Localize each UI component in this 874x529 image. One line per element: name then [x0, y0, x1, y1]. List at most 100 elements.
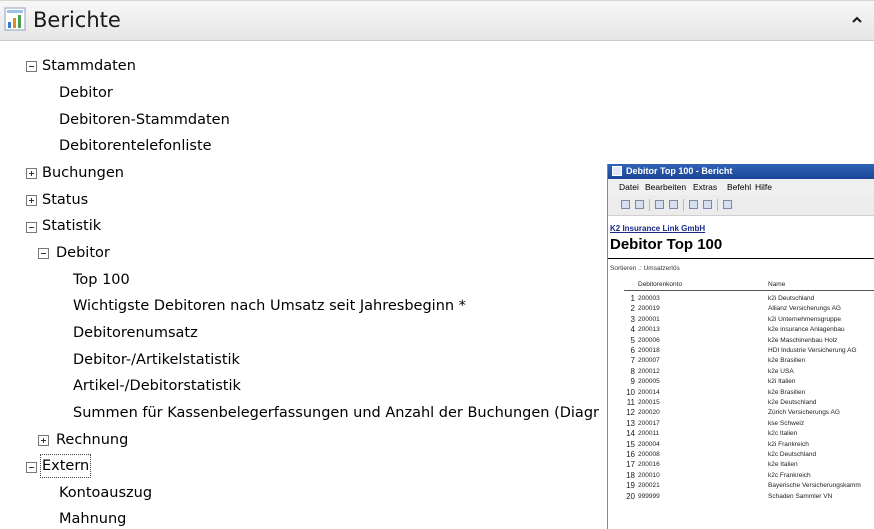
tree-node-extern[interactable]: Extern — [39, 454, 92, 478]
row-account: 200011 — [638, 430, 660, 438]
chevron-up-icon[interactable] — [848, 11, 866, 29]
row-rank: 13 — [626, 418, 635, 428]
row-account: 200013 — [638, 326, 660, 334]
tree-item-top-100[interactable]: Top 100 — [73, 270, 130, 290]
menu-bearbeiten[interactable]: Bearbeiten — [645, 179, 686, 195]
table-row: 13 200017 kse Schweiz — [608, 419, 874, 429]
print-icon[interactable] — [621, 200, 630, 209]
expand-toggle[interactable] — [26, 168, 37, 179]
row-name: k2c Frankreich — [768, 471, 811, 479]
last-page-icon[interactable] — [703, 200, 712, 209]
export-icon[interactable] — [635, 200, 644, 209]
row-rank: 7 — [630, 356, 635, 366]
table-row: 9 200005 k2i Italien — [608, 377, 874, 387]
row-name: k2e Brasilien — [768, 357, 806, 365]
row-name: k2i Deutschland — [768, 295, 815, 302]
report-toolbar — [608, 195, 874, 216]
row-account: 200004 — [638, 440, 660, 448]
tree-node-rechnung[interactable]: Rechnung — [56, 430, 128, 450]
row-rank: 20 — [626, 491, 635, 501]
collapse-toggle[interactable] — [38, 248, 49, 259]
row-rank: 2 — [630, 304, 635, 314]
table-row: 7 200007 k2e Brasilien — [608, 356, 874, 366]
tree-item-debitor[interactable]: Debitor — [59, 83, 113, 103]
tree-node-status[interactable]: Status — [42, 190, 88, 210]
table-row: 17 200016 k2e Italien — [608, 460, 874, 470]
expand-toggle[interactable] — [26, 195, 37, 206]
report-menu-bar: Datei Bearbeiten Extras Befehl Hilfe — [608, 179, 874, 195]
tree-node-statistik[interactable]: Statistik — [42, 216, 101, 236]
tree-node-debitor[interactable]: Debitor — [56, 243, 110, 263]
report-preview-window: Debitor Top 100 - Bericht Datei Bearbeit… — [607, 164, 874, 529]
report-window-title: Debitor Top 100 - Bericht — [626, 166, 733, 176]
tree-item-wichtigste-debitoren[interactable]: Wichtigste Debitoren nach Umsatz seit Ja… — [73, 296, 466, 316]
prev-page-icon[interactable] — [669, 200, 678, 209]
row-name: k2e Italien — [768, 461, 798, 469]
row-account: 200012 — [638, 367, 660, 375]
row-name: Zürich Versicherungs AG — [768, 409, 840, 417]
table-row: 6 200018 HDI Industrie Versicherung AG — [608, 346, 874, 356]
row-account: 200021 — [638, 482, 660, 490]
next-page-icon[interactable] — [689, 200, 698, 209]
row-account: 999999 — [638, 492, 660, 500]
table-row: 5 200006 k2e Maschinenbau Holz — [608, 336, 874, 346]
report-window-icon — [612, 166, 622, 176]
tree-node-buchungen[interactable]: Buchungen — [42, 163, 124, 183]
row-account: 200018 — [638, 347, 660, 354]
collapse-toggle[interactable] — [26, 61, 37, 72]
menu-hilfe[interactable]: Hilfe — [755, 179, 772, 195]
tree-item-debitor-artikelstatistik[interactable]: Debitor-/Artikelstatistik — [73, 350, 240, 370]
report-sort-label: Sortieren .: Umsatzerlös — [610, 265, 680, 272]
table-row: 18 200010 k2c Frankreich — [608, 471, 874, 481]
row-rank: 11 — [626, 398, 635, 407]
table-row: 4 200013 k2e insurance Anlagenbau — [608, 325, 874, 335]
row-account: 200010 — [638, 471, 660, 479]
row-name: HDI Industrie Versicherung AG — [768, 347, 857, 354]
row-account: 200006 — [638, 336, 660, 344]
row-rank: 16 — [626, 450, 635, 459]
first-page-icon[interactable] — [655, 200, 664, 209]
row-account: 200020 — [638, 409, 660, 417]
row-name: Allianz Versicherungs AG — [768, 305, 841, 313]
row-rank: 19 — [626, 481, 635, 491]
tree-item-mahnung[interactable]: Mahnung — [59, 509, 126, 529]
menu-datei[interactable]: Datei — [619, 179, 639, 195]
row-rank: 12 — [626, 408, 635, 418]
row-account: 200007 — [638, 357, 660, 365]
column-header-account: Debitorenkonto — [638, 281, 683, 288]
table-row: 20 999999 Schaden Sammler VN — [608, 492, 874, 502]
tree-item-summen-kassenbeleg[interactable]: Summen für Kassenbelegerfassungen und An… — [73, 403, 600, 423]
collapse-toggle[interactable] — [26, 462, 37, 473]
row-rank: 8 — [630, 366, 635, 376]
row-account: 200017 — [638, 419, 660, 427]
collapse-toggle[interactable] — [26, 222, 37, 233]
tree-item-kontoauszug[interactable]: Kontoauszug — [59, 483, 152, 503]
tree-item-debitorenumsatz[interactable]: Debitorenumsatz — [73, 323, 198, 343]
tree-item-debitoren-stammdaten[interactable]: Debitoren-Stammdaten — [59, 110, 230, 130]
row-account: 200016 — [638, 461, 660, 469]
row-rank: 18 — [626, 470, 635, 480]
row-account: 200003 — [638, 295, 660, 302]
row-rank: 14 — [626, 429, 635, 439]
tree-item-debitorentelefonliste[interactable]: Debitorentelefonliste — [59, 136, 212, 156]
menu-extras[interactable]: Extras — [693, 179, 717, 195]
row-rank: 5 — [630, 335, 635, 345]
table-row: 8 200012 k2e USA — [608, 367, 874, 377]
row-name: k2i Unternehmensgruppe — [768, 315, 841, 323]
row-account: 200014 — [638, 388, 660, 396]
tree-node-stammdaten[interactable]: Stammdaten — [42, 56, 136, 76]
zoom-icon[interactable] — [723, 200, 732, 209]
table-row: 1 200003 k2i Deutschland — [608, 294, 874, 304]
table-row: 2 200019 Allianz Versicherungs AG — [608, 304, 874, 314]
row-rank: 6 — [630, 346, 635, 355]
row-account: 200008 — [638, 451, 660, 458]
report-tree: Stammdaten Debitor Debitoren-Stammdaten … — [0, 0, 600, 529]
row-account: 200019 — [638, 305, 660, 313]
row-name: k2e USA — [768, 367, 794, 375]
expand-toggle[interactable] — [38, 435, 49, 446]
menu-befehl[interactable]: Befehl — [727, 179, 751, 195]
row-rank: 15 — [626, 439, 635, 449]
row-name: kse Schweiz — [768, 419, 805, 427]
row-name: k2i Frankreich — [768, 440, 809, 448]
tree-item-artikel-debitorstatistik[interactable]: Artikel-/Debitorstatistik — [73, 376, 241, 396]
